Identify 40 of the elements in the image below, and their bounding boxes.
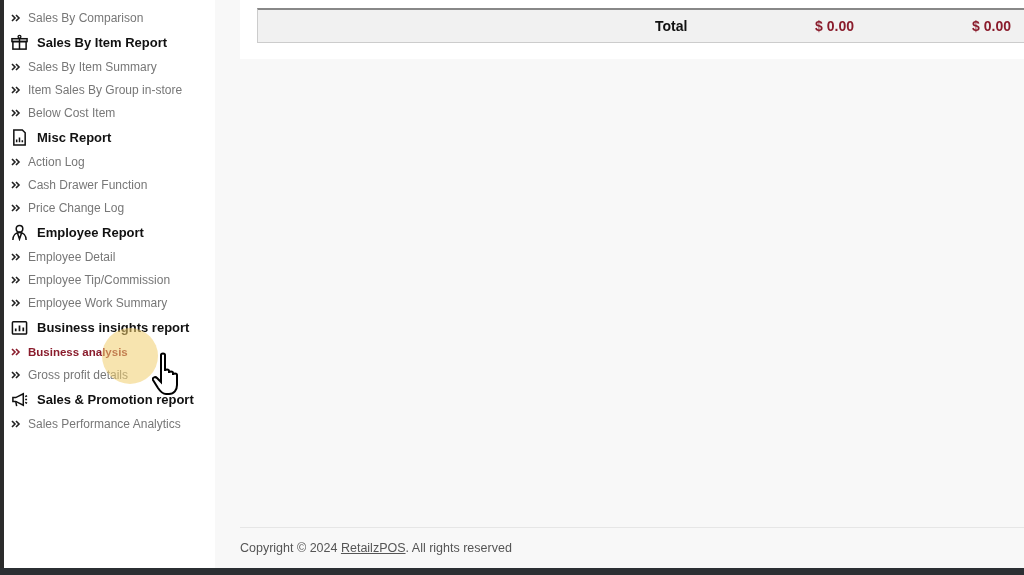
section-heading: Sales & Promotion report xyxy=(37,391,194,407)
total-amount: $ 0.00 xyxy=(971,18,1011,34)
total-label: Total xyxy=(655,18,689,34)
megaphone-icon xyxy=(11,390,28,408)
sidebar-item[interactable]: Employee Tip/Commission xyxy=(4,268,215,291)
chevron-icon xyxy=(11,84,21,95)
copyright-text: Copyright © 2024 RetailzPOS. All rights reserved xyxy=(240,541,512,555)
sidebar-item[interactable]: Action Log xyxy=(4,150,215,173)
chevron-icon xyxy=(11,61,21,72)
chevron-icon xyxy=(11,107,21,118)
sidebar-item[interactable]: Cash Drawer Function xyxy=(4,173,215,196)
chevron-icon xyxy=(11,297,21,308)
person-icon xyxy=(11,223,28,241)
section-heading: Misc Report xyxy=(37,129,112,145)
total-amount: $ 0.00 xyxy=(814,18,854,34)
bar-chart-icon xyxy=(11,318,28,336)
chevron-icon xyxy=(11,179,21,190)
sidebar-item[interactable]: Employee Detail xyxy=(4,245,215,268)
sidebar-item[interactable]: Business analysis xyxy=(4,340,215,363)
chevron-icon xyxy=(11,202,21,213)
company-link[interactable]: RetailzPOS xyxy=(340,541,406,555)
section-heading: Sales By Item Report xyxy=(37,34,168,50)
section-heading: Employee Report xyxy=(37,224,144,240)
sidebar-item[interactable]: Sales Performance Analytics xyxy=(4,412,215,435)
sidebar-item[interactable]: Price Change Log xyxy=(4,196,215,219)
gift-icon xyxy=(11,33,28,51)
chevron-icon xyxy=(11,274,21,285)
chevron-icon xyxy=(11,156,21,167)
sidebar-item[interactable]: Employee Work Summary xyxy=(4,291,215,314)
sidebar-item[interactable]: Sales By Item Summary xyxy=(4,55,215,78)
chevron-icon xyxy=(11,12,21,23)
sidebar-item[interactable]: Item Sales By Group in-store xyxy=(4,78,215,101)
chevron-icon xyxy=(11,369,21,380)
sidebar-item[interactable]: Sales By Comparison xyxy=(4,6,215,29)
chevron-icon xyxy=(11,346,21,357)
chevron-icon xyxy=(11,251,21,262)
chevron-icon xyxy=(11,418,21,429)
report-document-icon xyxy=(11,128,28,146)
sidebar-item[interactable]: Below Cost Item xyxy=(4,101,215,124)
section-heading: Business insights report xyxy=(37,319,190,335)
